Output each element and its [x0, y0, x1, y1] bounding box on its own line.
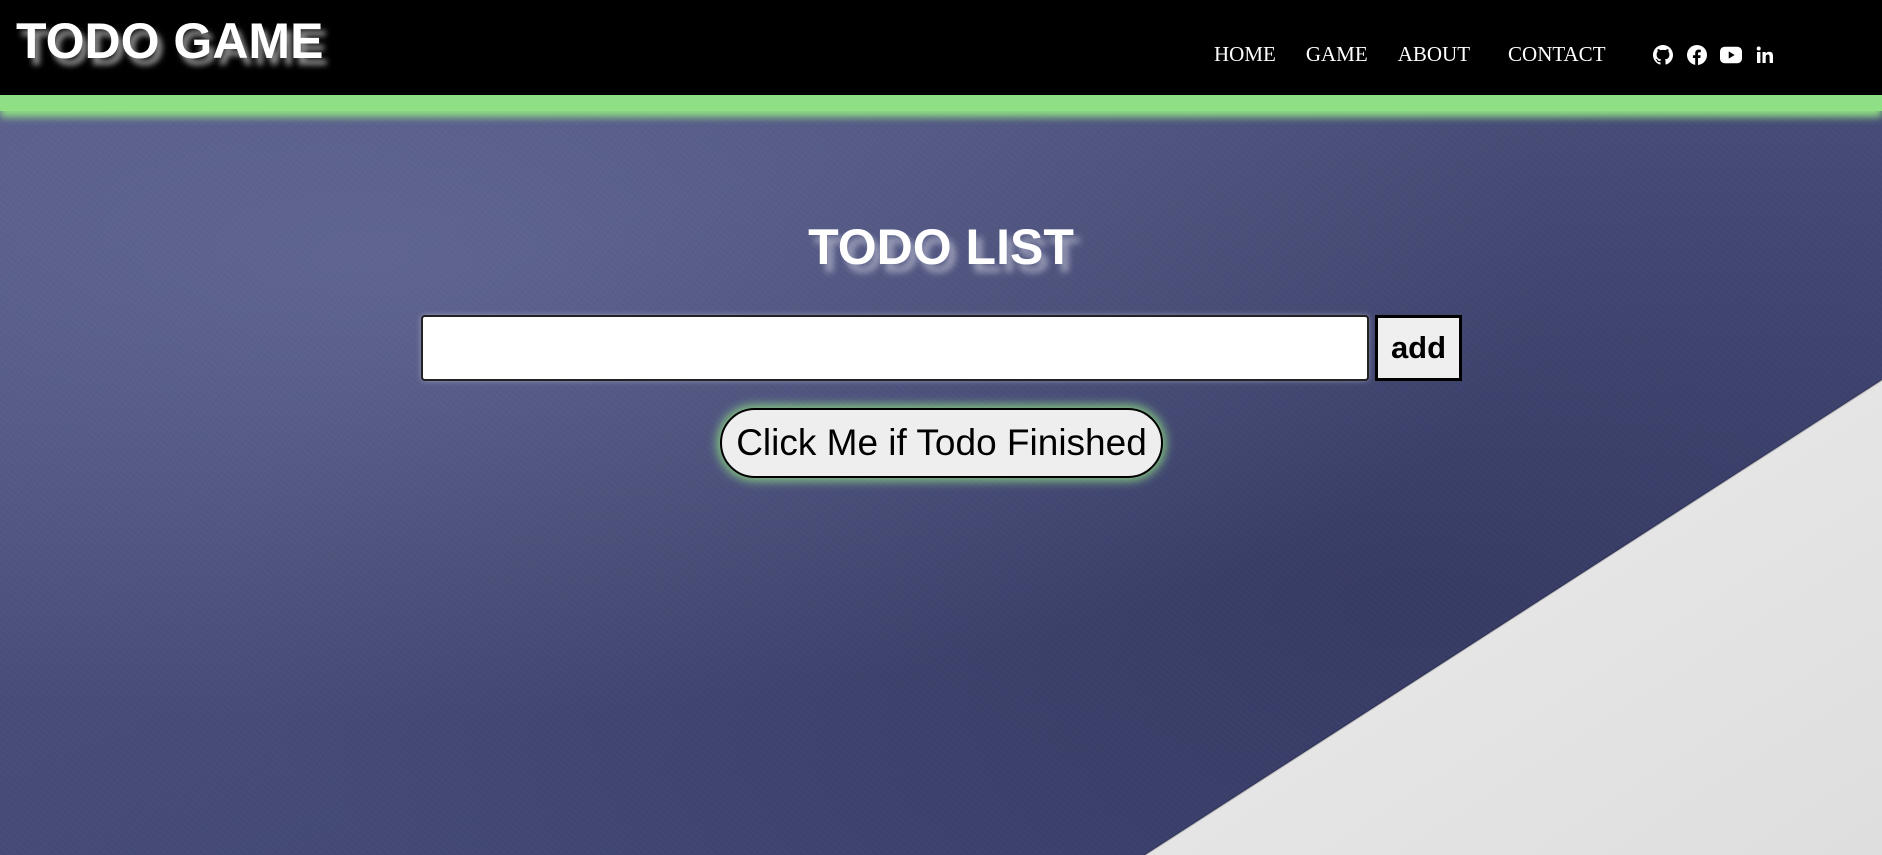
add-button[interactable]: add: [1375, 315, 1462, 381]
todo-input[interactable]: [421, 315, 1369, 381]
social-links: [1652, 44, 1788, 66]
facebook-icon[interactable]: [1686, 44, 1708, 66]
header-accent-strip: [0, 95, 1882, 111]
nav-home-link[interactable]: HOME: [1214, 44, 1276, 65]
todo-finished-button[interactable]: Click Me if Todo Finished: [720, 408, 1163, 478]
nav-contact-link[interactable]: CONTACT: [1508, 44, 1605, 65]
top-navbar: TODO GAME HOME GAME ABOUT CONTACT: [0, 0, 1882, 95]
main-nav: HOME GAME ABOUT CONTACT: [1214, 44, 1630, 65]
page: TODO GAME HOME GAME ABOUT CONTACT TODO L…: [0, 0, 1882, 855]
github-icon[interactable]: [1652, 44, 1674, 66]
nav-game-link[interactable]: GAME: [1306, 44, 1368, 65]
page-title: TODO LIST: [808, 219, 1074, 275]
youtube-icon[interactable]: [1720, 44, 1742, 66]
linkedin-icon[interactable]: [1754, 44, 1776, 66]
nav-about-link[interactable]: ABOUT: [1398, 44, 1470, 65]
site-logo[interactable]: TODO GAME: [16, 16, 323, 66]
